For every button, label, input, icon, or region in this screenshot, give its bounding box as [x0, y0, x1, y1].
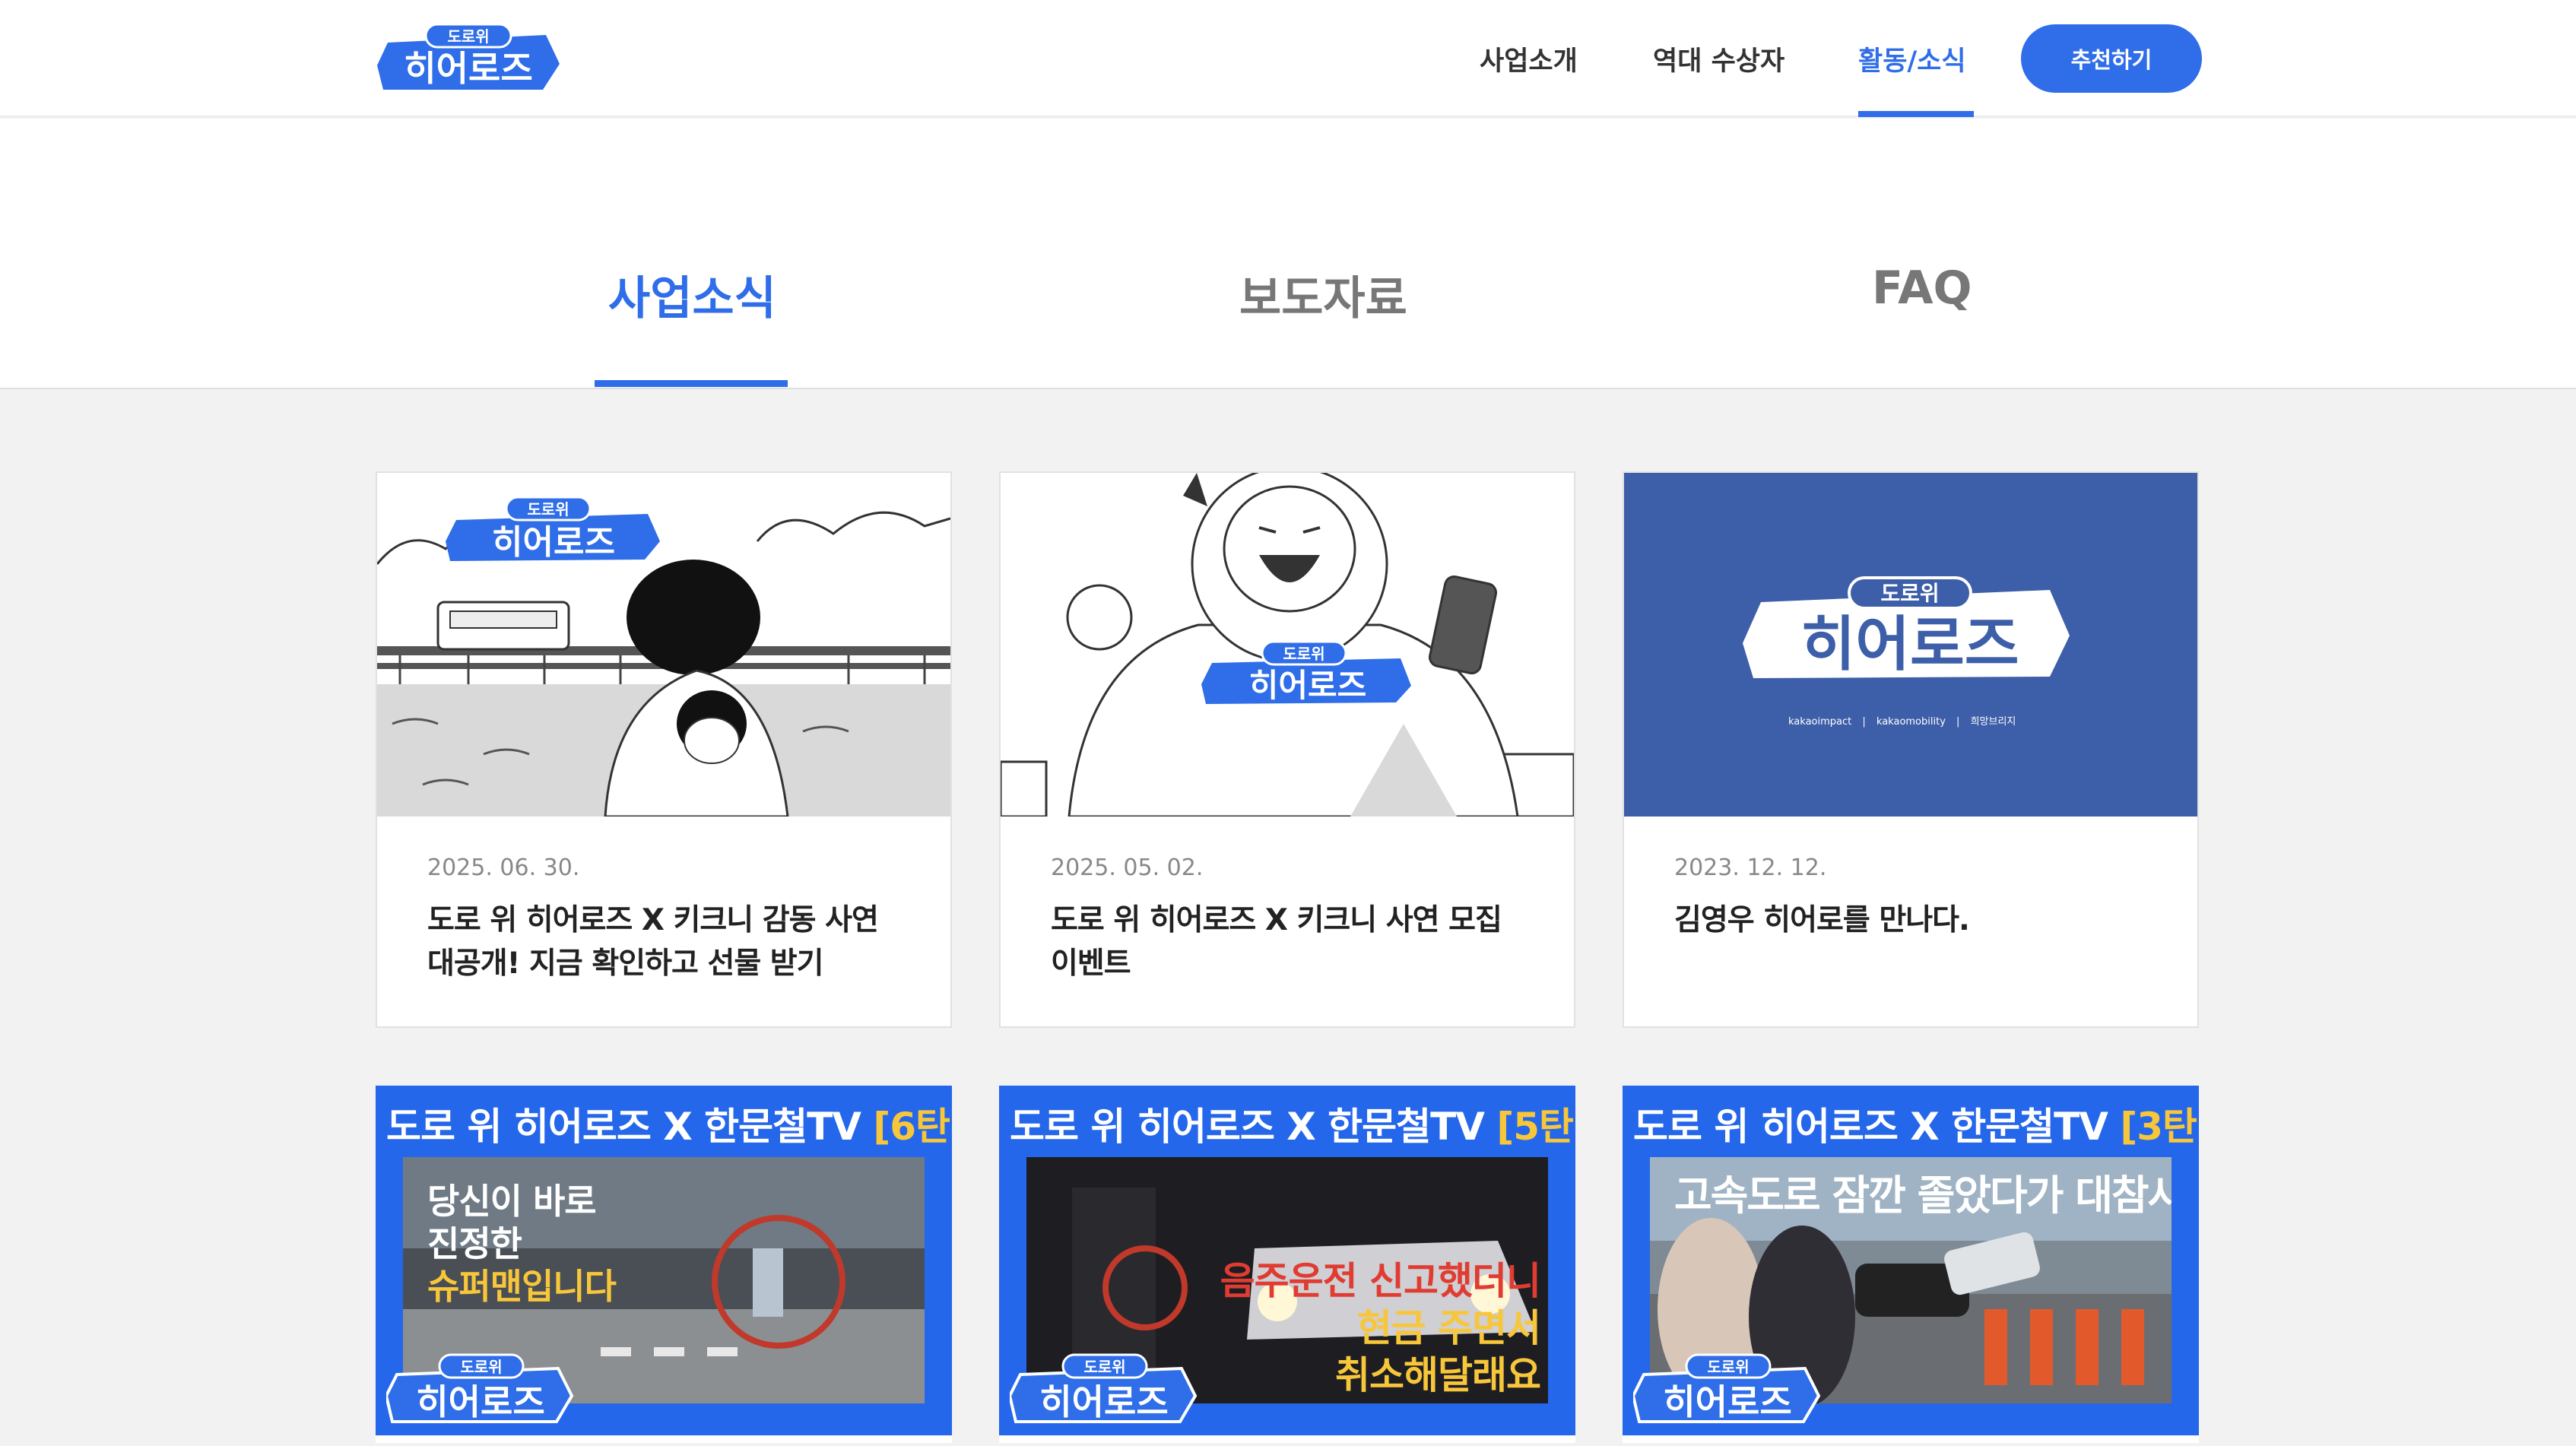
- svg-text:히어로즈: 히어로즈: [1663, 1381, 1791, 1422]
- illustration-bridge-hug: 도로위 히어로즈: [377, 473, 950, 817]
- svg-text:도로위: 도로위: [1283, 645, 1324, 663]
- site-header: 도로위 히어로즈 사업소개 역대 수상자 활동/소식 추천하기: [0, 0, 2576, 117]
- video-caption: 당신이 바로 진정한 슈퍼맨입니다: [427, 1181, 617, 1307]
- tab-bar: 사업소식 보도자료 FAQ: [0, 119, 2576, 389]
- heroes-logo-badge: 도로위 히어로즈: [1010, 1353, 1198, 1423]
- video-thumbnail: 도로 위 히어로즈 X 한문철TV [5탄] 음주운전 신고했더니 현금 주면서…: [999, 1086, 1575, 1435]
- svg-text:히어로즈: 히어로즈: [492, 523, 615, 562]
- video-headline: 도로 위 히어로즈 X 한문철TV [5탄]: [1010, 1105, 1575, 1149]
- card-thumbnail: 도로위 히어로즈 kakaoimpact | kakaomobility | 희…: [1624, 473, 2197, 817]
- news-card[interactable]: 도로위 히어로즈 2025. 05. 02. 도로 위 히어로즈 X 키크니 사…: [999, 471, 1575, 1028]
- svg-text:히어로즈: 히어로즈: [416, 1381, 544, 1422]
- video-card[interactable]: 도로 위 히어로즈 X 한문철TV [6탄] 당신이 바로 진정한 슈퍼맨입니다…: [376, 1086, 952, 1443]
- card-date: 2023. 12. 12.: [1674, 855, 1827, 881]
- svg-text:도로위: 도로위: [447, 27, 489, 46]
- card-title: 도로 위 히어로즈 X 키크니 사연 모집 이벤트: [1051, 903, 1502, 981]
- svg-text:도로위: 도로위: [527, 500, 569, 518]
- heroes-logo-badge: 도로위 히어로즈: [1633, 1353, 1821, 1423]
- video-thumbnail: 도로 위 히어로즈 X 한문철TV [3탄] 고속도로 잠깐 졸았다가 대참사 …: [1623, 1086, 2199, 1435]
- brand-label: kakaomobility: [1876, 716, 1946, 728]
- svg-text:도로위: 도로위: [460, 1358, 502, 1376]
- card-title: 도로 위 히어로즈 X 키크니 감동 사연 대공개! 지금 확인하고 선물 받기: [427, 903, 879, 981]
- video-caption: 고속도로 잠깐 졸았다가 대참사: [1674, 1172, 2172, 1219]
- video-card[interactable]: 도로 위 히어로즈 X 한문철TV [3탄] 고속도로 잠깐 졸았다가 대참사 …: [1623, 1086, 2199, 1443]
- card-thumbnail: 도로위 히어로즈: [1001, 473, 1574, 817]
- tab-active-indicator: [595, 380, 788, 387]
- illustration-character-phone: 도로위 히어로즈: [1001, 473, 1574, 817]
- video-headline: 도로 위 히어로즈 X 한문철TV [3탄]: [1633, 1105, 2199, 1149]
- card-thumbnail: 도로위 히어로즈: [377, 473, 950, 817]
- video-caption: 음주운전 신고했더니 현금 주면서 취소해달래요: [1220, 1259, 1541, 1397]
- card-date: 2025. 05. 02.: [1051, 855, 1204, 881]
- heroes-logo-badge: 도로위 히어로즈: [386, 1353, 574, 1423]
- nav-business-intro[interactable]: 사업소개: [1480, 40, 1578, 78]
- svg-text:히어로즈: 히어로즈: [404, 48, 532, 89]
- recommend-button[interactable]: 추천하기: [2021, 24, 2202, 93]
- site-logo[interactable]: 도로위 히어로즈: [374, 20, 563, 94]
- card-title: 김영우 히어로를 만나다.: [1674, 903, 1970, 937]
- nav-past-winners[interactable]: 역대 수상자: [1653, 40, 1784, 78]
- svg-text:도로위: 도로위: [1083, 1358, 1125, 1376]
- video-thumbnail: 도로 위 히어로즈 X 한문철TV [6탄] 당신이 바로 진정한 슈퍼맨입니다…: [376, 1086, 952, 1435]
- video-headline: 도로 위 히어로즈 X 한문철TV [6탄]: [386, 1105, 952, 1149]
- video-card[interactable]: 도로 위 히어로즈 X 한문철TV [5탄] 음주운전 신고했더니 현금 주면서…: [999, 1086, 1575, 1443]
- heroes-logo-banner: 도로위 히어로즈: [1624, 473, 2197, 817]
- tab-faq[interactable]: FAQ: [1872, 262, 1972, 315]
- brand-label: 희망브리지: [1970, 716, 2016, 728]
- svg-text:히어로즈: 히어로즈: [1249, 667, 1367, 704]
- svg-text:히어로즈: 히어로즈: [1800, 610, 2019, 679]
- brand-label: kakaoimpact: [1788, 716, 1852, 728]
- news-card[interactable]: 도로위 히어로즈 2025. 06. 30. 도로 위 히어로즈 X 키크니 감…: [376, 471, 952, 1028]
- nav-active-indicator: [1858, 111, 1974, 117]
- tab-press[interactable]: 보도자료: [1239, 262, 1407, 328]
- svg-text:히어로즈: 히어로즈: [1039, 1381, 1168, 1422]
- tab-business-news[interactable]: 사업소식: [608, 262, 776, 328]
- nav-activities-news[interactable]: 활동/소식: [1858, 40, 1966, 78]
- svg-text:도로위: 도로위: [1880, 581, 1939, 606]
- svg-text:도로위: 도로위: [1707, 1358, 1749, 1376]
- card-date: 2025. 06. 30.: [427, 855, 580, 881]
- news-card[interactable]: 도로위 히어로즈 kakaoimpact | kakaomobility | 희…: [1623, 471, 2199, 1028]
